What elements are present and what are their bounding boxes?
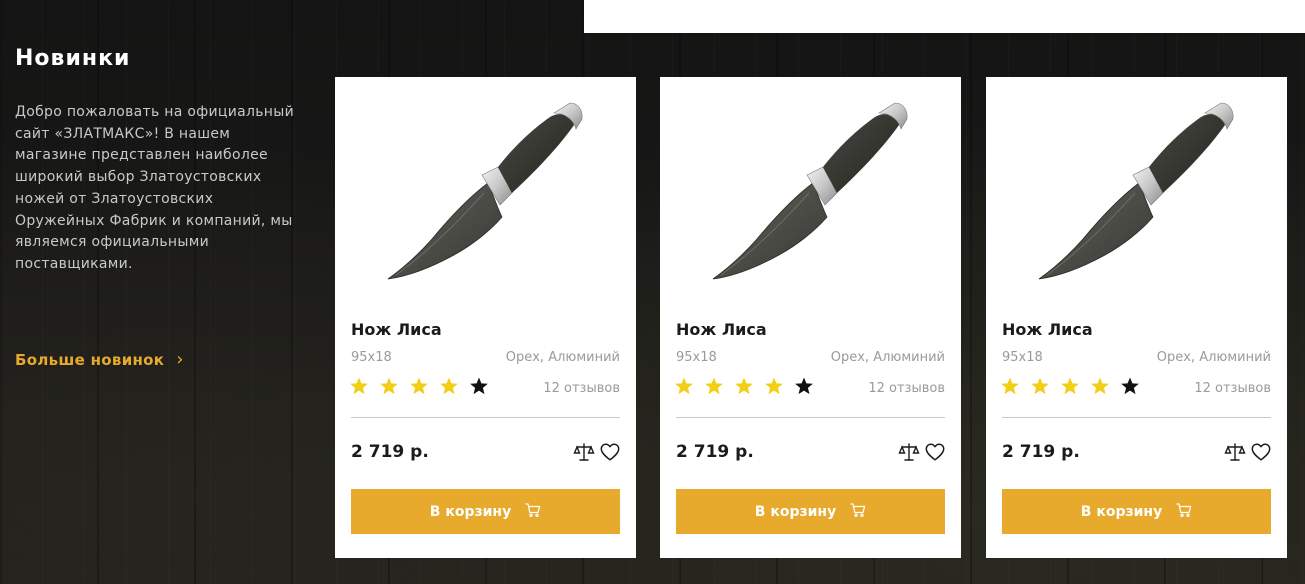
star-filled-icon [1000,376,1020,396]
star-filled-icon [734,376,754,396]
compare-icon[interactable] [898,441,920,463]
product-price: 2 719 р. [351,442,429,462]
star-filled-icon [674,376,694,396]
divider [676,417,945,418]
product-card[interactable]: Нож Лиса 95х18 Орех, Алюминий 12 отзывов… [660,77,961,558]
compare-icon[interactable] [1224,441,1246,463]
star-filled-icon [439,376,459,396]
section-description: Добро пожаловать на официальный сайт «ЗЛ… [15,104,294,272]
cart-icon [850,502,866,522]
add-to-cart-button[interactable]: В корзину [351,489,620,534]
product-name[interactable]: Нож Лиса [676,320,767,339]
add-to-cart-button[interactable]: В корзину [1002,489,1271,534]
more-new-items-link[interactable]: Больше новинок › [15,349,184,370]
chevron-right-icon: › [176,349,184,370]
product-name[interactable]: Нож Лиса [1002,320,1093,339]
product-material: Орех, Алюминий [1156,350,1271,365]
rating-stars [674,376,814,396]
star-filled-icon [379,376,399,396]
compare-icon[interactable] [573,441,595,463]
product-size: 95х18 [351,350,392,365]
cart-icon [525,502,541,522]
divider [1002,417,1271,418]
star-filled-icon [1060,376,1080,396]
more-new-items-label: Больше новинок [15,351,165,369]
add-to-cart-label: В корзину [1080,503,1163,520]
reviews-count[interactable]: 12 отзывов [868,381,945,396]
product-image[interactable] [1031,97,1246,287]
star-filled-icon [409,376,429,396]
divider [351,417,620,418]
product-image[interactable] [380,97,595,287]
star-filled-icon [349,376,369,396]
reviews-count[interactable]: 12 отзывов [1194,381,1271,396]
cart-icon [1176,502,1192,522]
heart-icon[interactable] [924,441,946,463]
rating-stars [349,376,489,396]
product-card[interactable]: Нож Лиса 95х18 Орех, Алюминий 12 отзывов… [986,77,1287,558]
product-size: 95х18 [676,350,717,365]
product-card[interactable]: Нож Лиса 95х18 Орех, Алюминий 12 отзывов… [335,77,636,558]
reviews-count[interactable]: 12 отзывов [543,381,620,396]
add-to-cart-label: В корзину [754,503,837,520]
star-filled-icon [1030,376,1050,396]
heart-icon[interactable] [599,441,621,463]
add-to-cart-button[interactable]: В корзину [676,489,945,534]
header-strip [584,0,1305,33]
section-title: Новинки [15,46,131,71]
product-price: 2 719 р. [1002,442,1080,462]
product-material: Орех, Алюминий [830,350,945,365]
star-empty-icon [469,376,489,396]
product-material: Орех, Алюминий [505,350,620,365]
heart-icon[interactable] [1250,441,1272,463]
add-to-cart-label: В корзину [429,503,512,520]
star-filled-icon [1090,376,1110,396]
product-size: 95х18 [1002,350,1043,365]
star-empty-icon [1120,376,1140,396]
product-price: 2 719 р. [676,442,754,462]
product-name[interactable]: Нож Лиса [351,320,442,339]
star-empty-icon [794,376,814,396]
star-filled-icon [764,376,784,396]
intro-block: Новинки Добро пожаловать на официальный … [15,46,305,276]
rating-stars [1000,376,1140,396]
star-filled-icon [704,376,724,396]
product-image[interactable] [705,97,920,287]
